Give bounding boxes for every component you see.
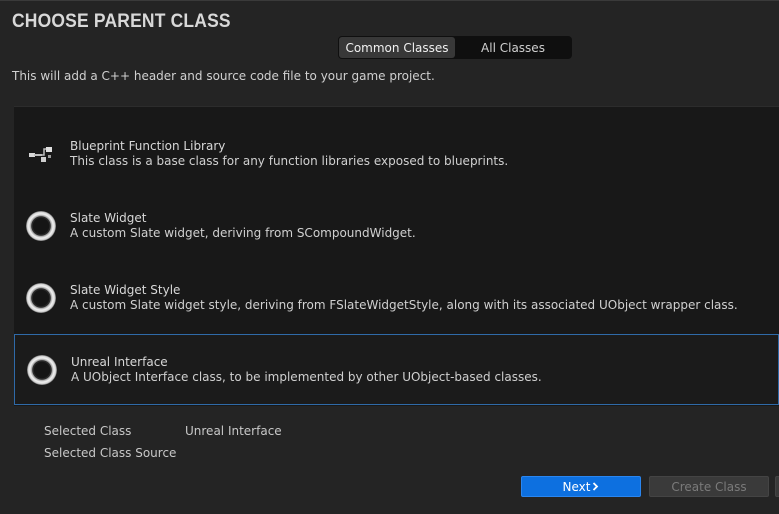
- tab-all-classes[interactable]: All Classes: [455, 37, 571, 58]
- page-title: CHOOSE PARENT CLASS: [12, 11, 231, 32]
- choose-parent-class-dialog: CHOOSE PARENT CLASS Common Classes All C…: [0, 0, 779, 514]
- class-name: Slate Widget: [70, 211, 147, 225]
- dialog-subtitle: This will add a C++ header and source co…: [12, 69, 435, 83]
- class-name: Blueprint Function Library: [70, 139, 226, 153]
- class-description: A custom Slate widget, deriving from SCo…: [70, 226, 416, 240]
- class-description: A custom Slate widget style, deriving fr…: [70, 298, 738, 312]
- class-item-blueprint-function-library[interactable]: Blueprint Function Library This class is…: [14, 119, 779, 189]
- next-button[interactable]: Next: [521, 476, 641, 497]
- class-item-slate-widget-style[interactable]: Slate Widget Style A custom Slate widget…: [14, 263, 779, 333]
- class-filter-tabs: Common Classes All Classes: [338, 36, 572, 59]
- class-name: Slate Widget Style: [70, 283, 181, 297]
- chevron-right-icon: [592, 482, 599, 491]
- class-list: Blueprint Function Library This class is…: [14, 106, 779, 406]
- class-description: This class is a base class for any funct…: [70, 154, 509, 168]
- blueprint-node-icon: [26, 139, 56, 169]
- selected-class-value: Unreal Interface: [185, 424, 282, 438]
- class-name: Unreal Interface: [71, 354, 168, 369]
- selected-class-source-label: Selected Class Source: [44, 446, 177, 460]
- create-class-button[interactable]: Create Class: [649, 476, 769, 497]
- next-button-label: Next: [562, 479, 591, 494]
- class-ring-icon: [26, 283, 56, 313]
- selected-class-label: Selected Class: [44, 424, 132, 438]
- class-item-slate-widget[interactable]: Slate Widget A custom Slate widget, deri…: [14, 191, 779, 261]
- cancel-button[interactable]: [775, 476, 779, 497]
- class-ring-icon: [27, 354, 57, 385]
- class-item-unreal-interface[interactable]: Unreal Interface A UObject Interface cla…: [14, 334, 779, 405]
- class-description: A UObject Interface class, to be impleme…: [71, 369, 542, 384]
- class-ring-icon: [26, 211, 56, 241]
- tab-common-classes[interactable]: Common Classes: [339, 37, 455, 58]
